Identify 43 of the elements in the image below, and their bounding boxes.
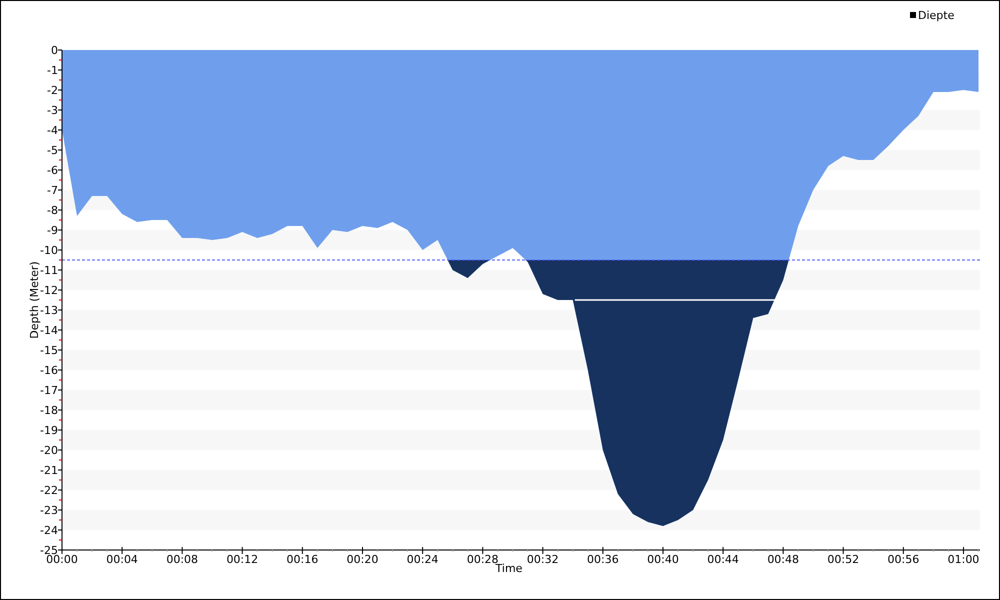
y-tick-label: -21 [40,464,58,477]
x-tick-label: 00:40 [647,553,679,566]
y-tick-label: -1 [47,64,58,77]
y-axis-title: Depth (Meter) [28,261,41,339]
y-tick-label: -23 [40,504,58,517]
x-tick-label: 00:20 [346,553,378,566]
y-tick-label: -8 [47,204,58,217]
y-tick-label: -20 [40,444,58,457]
y-tick-label: -17 [40,384,58,397]
x-tick-label: 00:16 [286,553,318,566]
y-tick-label: -19 [40,424,58,437]
y-tick-label: -14 [40,324,58,337]
y-tick-label: -3 [47,104,58,117]
y-tick-label: -18 [40,404,58,417]
x-tick-label: 00:44 [707,553,739,566]
x-tick-label: 00:52 [827,553,860,566]
legend-label: Diepte [918,9,954,22]
y-tick-label: -15 [40,344,58,357]
y-tick-label: -16 [40,364,58,377]
x-tick-label: 00:32 [526,553,559,566]
y-tick-label: -13 [40,304,58,317]
x-tick-label: 00:56 [888,553,920,566]
y-tick-label: -9 [47,224,58,237]
y-tick-label: -24 [40,524,58,537]
x-tick-label: 00:24 [406,553,438,566]
x-tick-label: 00:04 [106,553,138,566]
y-tick-label: -10 [40,244,58,257]
y-tick-label: -7 [47,184,58,197]
x-axis-title: Time [496,562,522,575]
x-tick-label: 00:36 [587,553,619,566]
y-tick-label: -5 [47,144,58,157]
y-tick-label: -12 [40,284,58,297]
x-tick-label: 00:48 [767,553,800,566]
x-tick-label: 00:08 [166,553,198,566]
y-tick-label: -4 [47,124,58,137]
y-tick-label: -2 [47,84,58,97]
x-tick-label: 01:00 [948,553,980,566]
x-tick-label: 00:12 [226,553,258,566]
y-tick-label: -22 [40,484,58,497]
y-tick-label: -6 [47,164,58,177]
x-tick-label: 00:00 [46,553,78,566]
y-tick-label: 0 [51,44,58,57]
y-tick-label: -11 [40,264,58,277]
